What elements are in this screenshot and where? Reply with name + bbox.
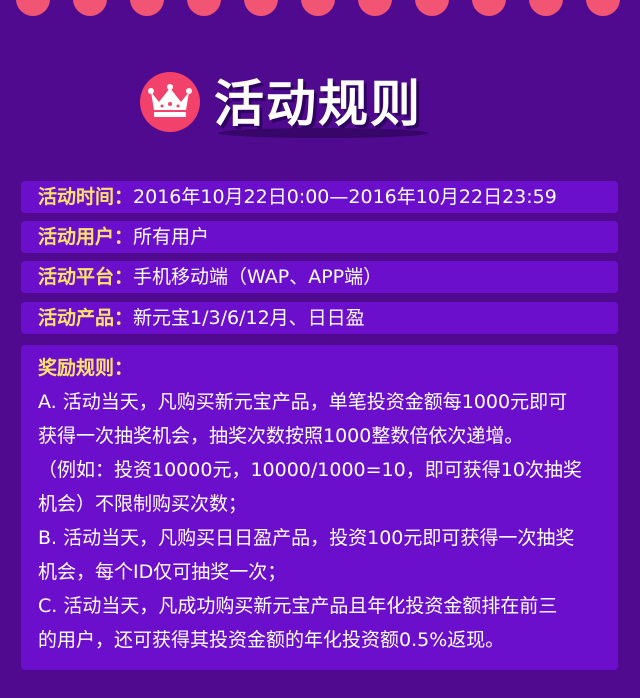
- page-title: 活动规则: [214, 75, 422, 133]
- dot-4: [187, 0, 221, 16]
- rules-heading: 奖励规则：: [38, 357, 134, 379]
- info-value: 手机移动端（WAP、APP端）: [133, 266, 383, 288]
- info-row-products: 活动产品：新元宝1/3/6/12月、日日盈: [21, 302, 618, 334]
- dot-10: [529, 0, 563, 16]
- rules-line: 机会，每个ID仅可抽奖一次；: [38, 561, 287, 583]
- info-row-time: 活动时间：2016年10月22日0:00—2016年10月22日23:59: [21, 181, 618, 213]
- reward-rules-panel: 奖励规则： A. 活动当天，凡购买新元宝产品，单笔投资金额每1000元即可 获得…: [21, 345, 618, 670]
- info-row-platform: 活动平台：手机移动端（WAP、APP端）: [21, 261, 618, 293]
- crown-icon: [140, 72, 200, 132]
- rules-line: C. 活动当天，凡成功购买新元宝产品且年化投资金额排在前三: [38, 595, 558, 617]
- rules-line: 机会）不限制购买次数；: [38, 493, 248, 515]
- rules-line: A. 活动当天，凡购买新元宝产品，单笔投资金额每1000元即可: [38, 391, 568, 413]
- dot-1: [16, 0, 50, 16]
- rules-line: （例如：投资10000元，10000/1000=10，即可获得10次抽奖: [38, 459, 582, 481]
- decorative-dots: [0, 0, 640, 16]
- rules-line: 获得一次抽奖机会，抽奖次数按照1000整数倍依次递增。: [38, 425, 524, 447]
- dot-9: [472, 0, 506, 16]
- info-label: 活动平台：: [38, 266, 134, 288]
- dot-3: [130, 0, 164, 16]
- dot-6: [301, 0, 335, 16]
- title-underline: [218, 128, 428, 138]
- info-label: 活动用户：: [38, 226, 134, 248]
- dot-5: [244, 0, 278, 16]
- dot-7: [358, 0, 392, 16]
- rules-line: 的用户，还可获得其投资金额的年化投资额0.5%返现。: [38, 629, 505, 651]
- info-row-users: 活动用户：所有用户: [21, 221, 618, 253]
- dot-2: [73, 0, 107, 16]
- rules-line: B. 活动当天，凡购买日日盈产品，投资100元即可获得一次抽奖: [38, 527, 575, 549]
- info-value: 新元宝1/3/6/12月、日日盈: [133, 307, 365, 329]
- info-label: 活动时间：: [38, 186, 134, 208]
- info-value: 所有用户: [133, 226, 210, 248]
- info-value: 2016年10月22日0:00—2016年10月22日23:59: [133, 186, 557, 208]
- dot-8: [415, 0, 449, 16]
- info-label: 活动产品：: [38, 307, 134, 329]
- dot-11: [586, 0, 620, 16]
- page-header: 活动规则: [140, 62, 440, 133]
